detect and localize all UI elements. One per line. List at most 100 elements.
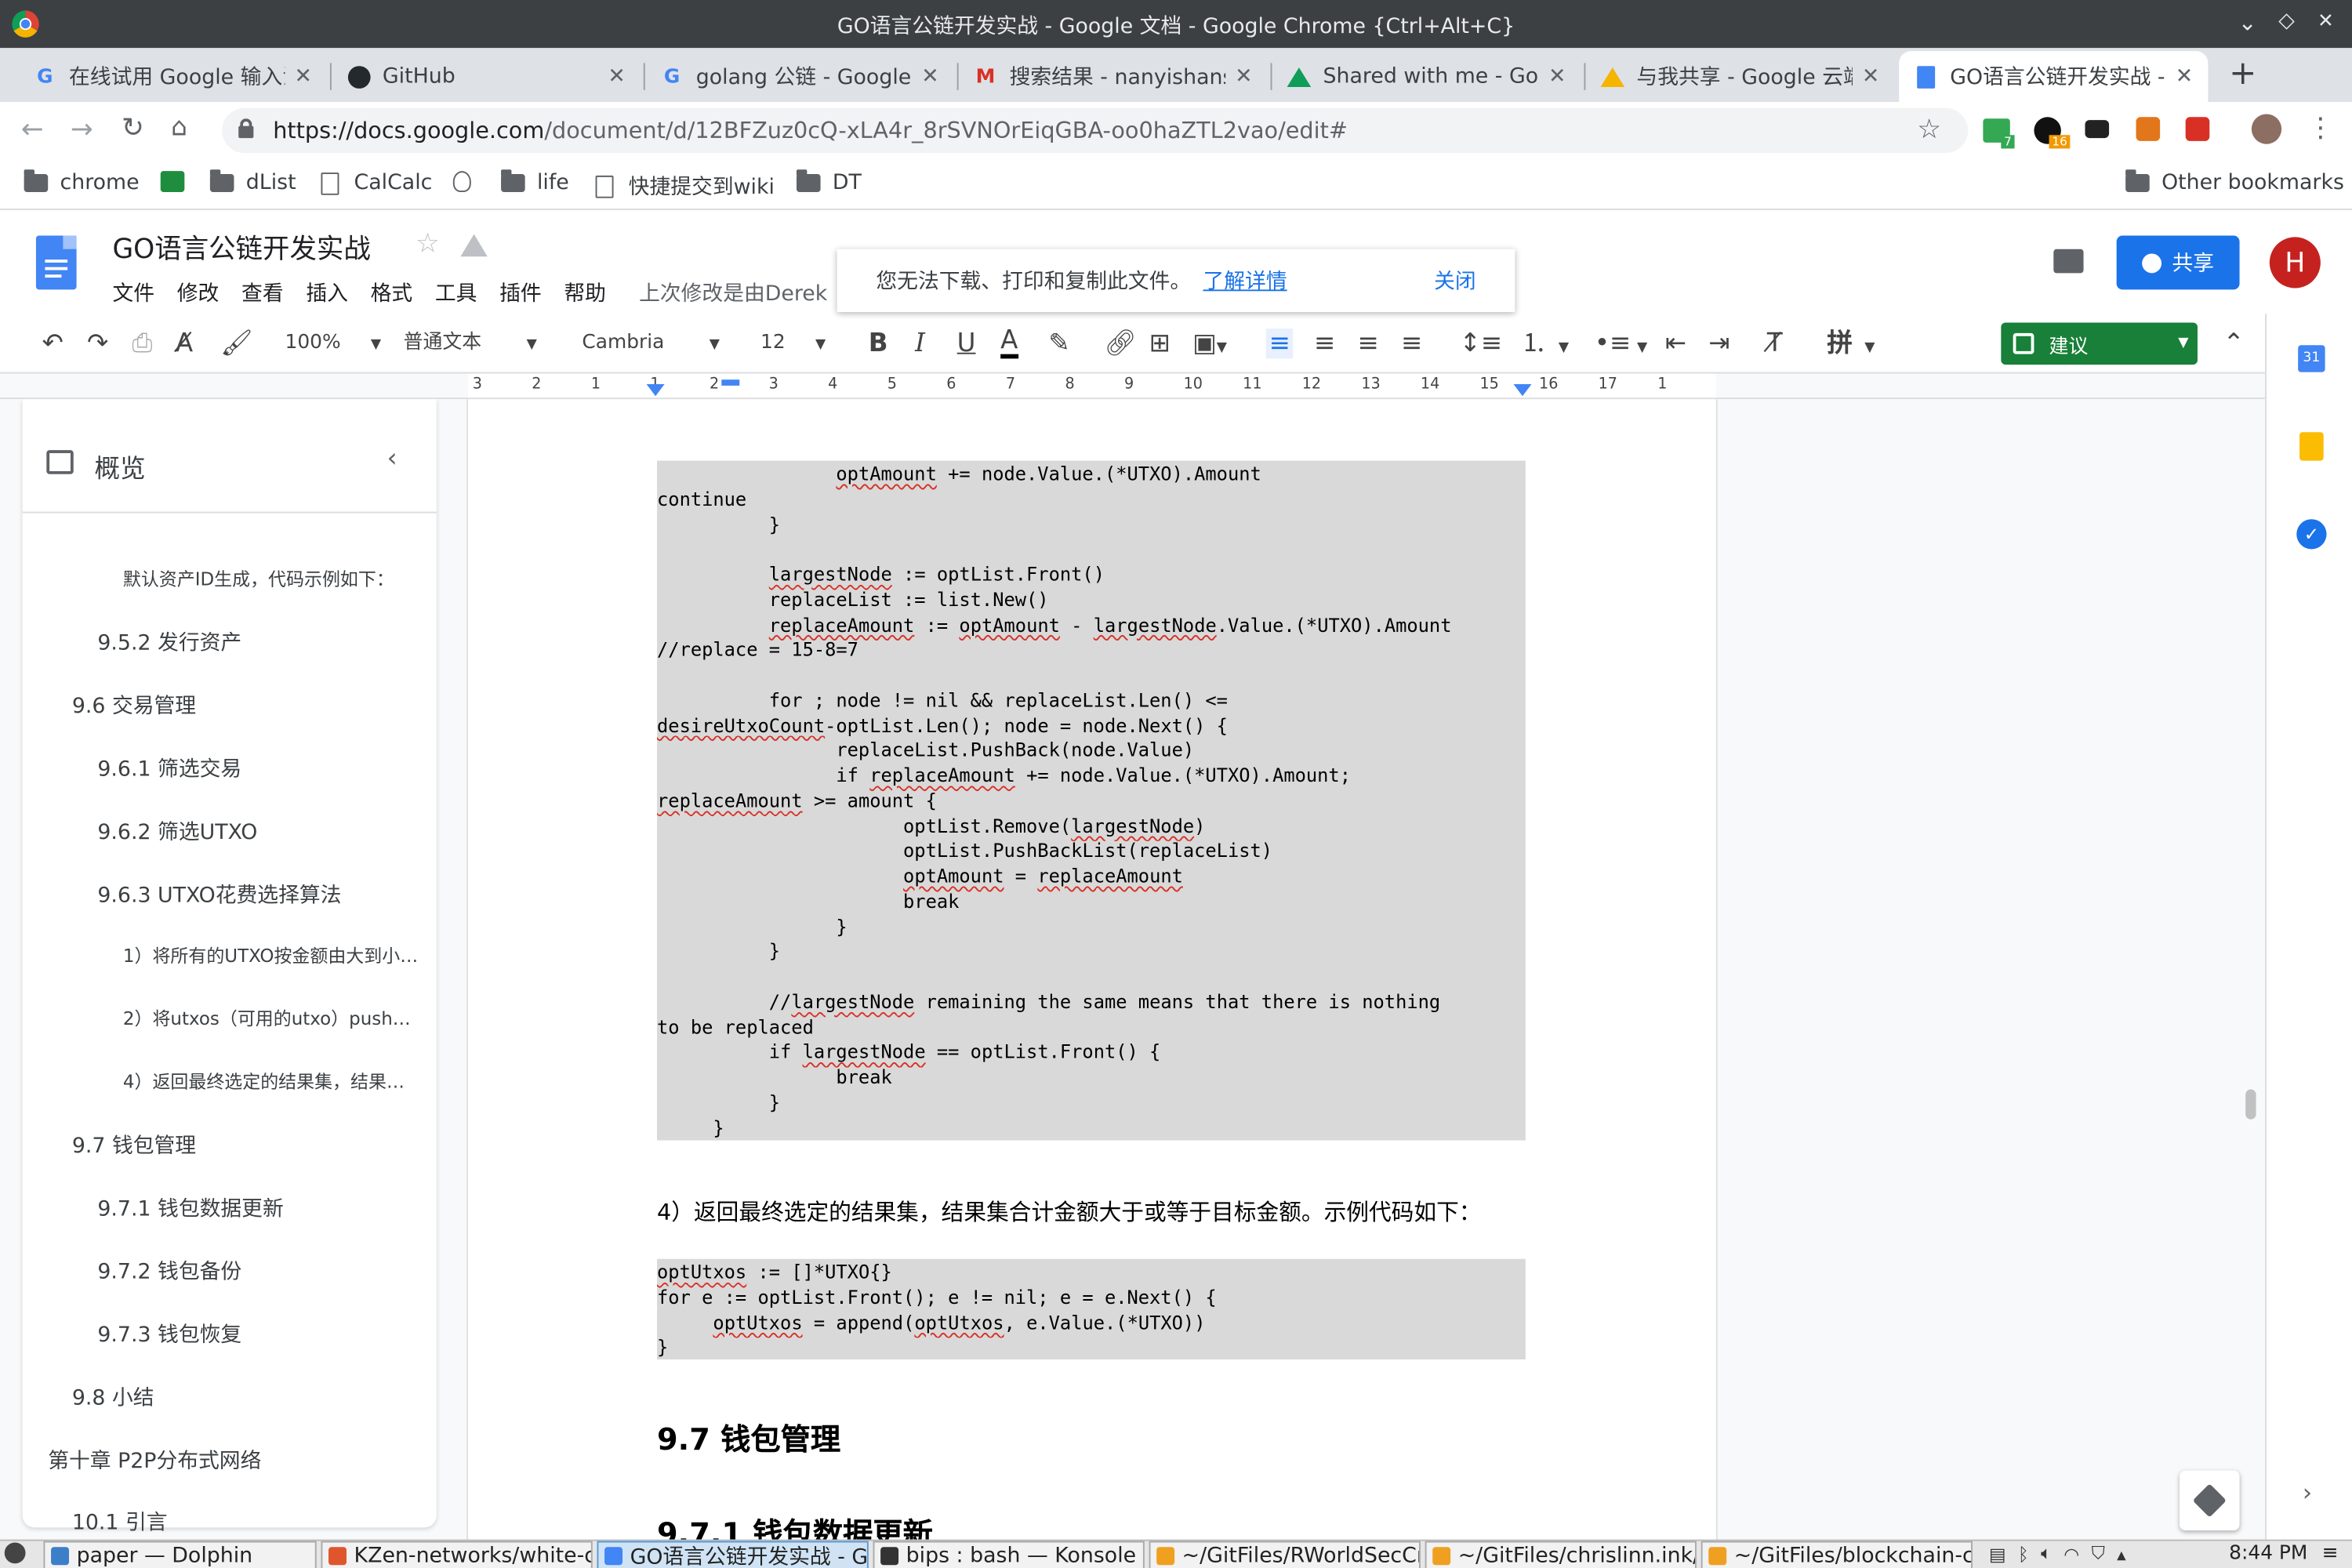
- expand-panel-icon[interactable]: ›: [2303, 1478, 2312, 1506]
- tab-active[interactable]: GO语言公链开发实战 - ✕: [1899, 51, 2209, 103]
- zoom-select[interactable]: 100% ▼: [285, 328, 382, 360]
- chrome-menu-icon[interactable]: ⋮: [2307, 113, 2334, 144]
- bookmark[interactable]: 快捷提交到wiki: [595, 171, 775, 201]
- menu-view[interactable]: 查看: [241, 278, 284, 307]
- document-title[interactable]: GO语言公链开发实战: [112, 228, 370, 267]
- justify-icon[interactable]: ≡: [1401, 328, 1422, 358]
- menu-help[interactable]: 帮助: [564, 278, 606, 307]
- undo-icon[interactable]: ↶: [42, 328, 64, 358]
- menu-edit[interactable]: 修改: [177, 278, 220, 307]
- close-outline-icon[interactable]: ‹: [387, 445, 397, 474]
- menu-tools[interactable]: 工具: [435, 278, 477, 307]
- close-tab-icon[interactable]: ✕: [295, 64, 312, 89]
- bookmark-folder[interactable]: life: [501, 169, 569, 195]
- other-bookmarks[interactable]: Other bookmarks: [2125, 169, 2344, 195]
- link-icon[interactable]: 🔗︎: [1104, 328, 1136, 358]
- close-tab-icon[interactable]: ✕: [2176, 64, 2193, 89]
- outline-item[interactable]: 9.8 小结: [72, 1382, 402, 1412]
- tab[interactable]: 与我共享 - Google 云端硬盘✕: [1585, 51, 1894, 102]
- close-tab-icon[interactable]: ✕: [608, 64, 625, 89]
- outline-item[interactable]: 9.6.3 UTXO花费选择算法: [97, 880, 412, 909]
- outline-item[interactable]: 1）将所有的UTXO按金额由大到小排序: [123, 942, 420, 968]
- close-tab-icon[interactable]: ✕: [921, 64, 938, 89]
- menu-addons[interactable]: 插件: [499, 278, 542, 307]
- show-desktop-icon[interactable]: ≡: [2322, 1542, 2339, 1565]
- account-avatar[interactable]: H: [2269, 237, 2321, 289]
- menu-format[interactable]: 格式: [371, 278, 413, 307]
- tasks-icon[interactable]: ✓: [2296, 519, 2327, 550]
- font-size-select[interactable]: 12 ▼: [760, 328, 826, 360]
- menu-insert[interactable]: 插入: [306, 278, 348, 307]
- star-icon[interactable]: ☆: [1917, 114, 1941, 145]
- outline-item[interactable]: 9.7.2 钱包备份: [97, 1256, 412, 1286]
- comments-icon[interactable]: [2053, 249, 2084, 274]
- calendar-icon[interactable]: 31: [2298, 345, 2325, 372]
- star-doc-icon[interactable]: ☆: [416, 228, 440, 260]
- close-tab-icon[interactable]: ✕: [1548, 64, 1566, 89]
- bookmark[interactable]: [452, 171, 471, 192]
- bookmark[interactable]: [160, 171, 185, 192]
- bookmark[interactable]: CalCalc: [321, 171, 432, 195]
- text-color-icon[interactable]: A: [1000, 328, 1018, 359]
- explore-button[interactable]: [2180, 1470, 2240, 1531]
- outline-item[interactable]: 默认资产ID生成，代码示例如下：: [123, 566, 423, 592]
- first-line-indent-marker[interactable]: [721, 379, 740, 386]
- restore-icon[interactable]: ◇: [2278, 9, 2295, 33]
- menu-file[interactable]: 文件: [112, 278, 154, 307]
- outline-item[interactable]: 第十章 P2P分布式网络: [48, 1445, 408, 1475]
- highlight-icon[interactable]: ✎: [1048, 328, 1069, 358]
- minimize-icon[interactable]: ⌄: [2238, 9, 2257, 35]
- bold-icon[interactable]: B: [869, 328, 888, 358]
- bulleted-list-icon[interactable]: •≡ ▼: [1595, 328, 1647, 363]
- tab[interactable]: M搜索结果 - nanyishanshui✕: [959, 51, 1268, 102]
- outline-item[interactable]: 9.7 钱包管理: [72, 1130, 402, 1160]
- underline-icon[interactable]: U: [957, 328, 976, 358]
- scrollbar-thumb[interactable]: [2245, 1089, 2256, 1120]
- keep-icon[interactable]: [2299, 432, 2324, 461]
- back-icon[interactable]: ←: [21, 114, 44, 145]
- style-select[interactable]: 普通文本 ▼: [404, 328, 537, 360]
- bookmark-folder[interactable]: chrome: [24, 169, 140, 195]
- taskbar-task[interactable]: KZen-networks/white-city: [321, 1541, 593, 1568]
- document-canvas[interactable]: 概览 ‹ 默认资产ID生成，代码示例如下： 9.5.2 发行资产 9.6 交易管…: [0, 399, 2266, 1540]
- outline-item[interactable]: 9.6.1 筛选交易: [97, 753, 412, 783]
- collapse-toolbar-icon[interactable]: ⌃: [2223, 328, 2245, 358]
- url-field[interactable]: https://docs.google.com/document/d/12BFZ…: [222, 107, 1969, 154]
- increase-indent-icon[interactable]: ⇥: [1708, 328, 1730, 358]
- outline-item[interactable]: 9.7.1 钱包数据更新: [97, 1193, 412, 1223]
- outline-item[interactable]: 9.6 交易管理: [72, 690, 402, 720]
- print-icon[interactable]: ⎙: [132, 328, 152, 358]
- paint-format-icon[interactable]: 🖌︎: [220, 328, 252, 358]
- tab[interactable]: G 在线试用 Google 输入法 ✕: [18, 51, 327, 102]
- outline-item[interactable]: 10.1 引言: [72, 1507, 402, 1537]
- outline-item[interactable]: 9.6.2 筛选UTXO: [97, 816, 412, 846]
- align-left-icon[interactable]: ≡: [1265, 328, 1294, 359]
- move-to-drive-icon[interactable]: [460, 234, 488, 257]
- outline-item[interactable]: 9.5.2 发行资产: [97, 627, 412, 657]
- outline-item[interactable]: 4）返回最终选定的结果集，结果集合计金额大于或等于目标金额: [123, 1069, 420, 1094]
- close-tab-icon[interactable]: ✕: [1862, 64, 1879, 89]
- redo-icon[interactable]: ↷: [87, 328, 108, 358]
- new-tab-icon[interactable]: +: [2229, 56, 2256, 93]
- align-center-icon[interactable]: ≡: [1314, 328, 1335, 358]
- outline-item[interactable]: 9.7.3 钱包恢复: [97, 1319, 412, 1348]
- wifi-icon[interactable]: ◠: [2063, 1543, 2079, 1564]
- numbered-list-icon[interactable]: ⒈ ▼: [1521, 328, 1569, 363]
- reload-icon[interactable]: ↻: [122, 113, 144, 144]
- profile-avatar[interactable]: [2251, 114, 2282, 144]
- bluetooth-icon[interactable]: ᛒ: [2018, 1543, 2029, 1564]
- spellcheck-icon[interactable]: A̸: [176, 328, 193, 358]
- insert-comment-icon[interactable]: ⊞: [1149, 328, 1171, 358]
- clipboard-icon[interactable]: ▤: [1989, 1543, 2006, 1564]
- shield-icon[interactable]: ⛉: [2092, 1542, 2105, 1565]
- taskbar-task[interactable]: paper — Dolphin: [43, 1541, 317, 1568]
- red-extension-icon[interactable]: [2185, 117, 2210, 141]
- fox-extension-icon[interactable]: [2136, 117, 2161, 141]
- right-indent-marker[interactable]: [1513, 383, 1532, 397]
- suggest-mode-button[interactable]: 建议 ▼: [2001, 322, 2198, 365]
- tray-expand-icon[interactable]: ▴: [2117, 1543, 2126, 1564]
- app-launcher-icon[interactable]: [4, 1542, 26, 1564]
- banner-close-button[interactable]: 关闭: [1434, 266, 1476, 296]
- forward-icon[interactable]: →: [71, 114, 93, 145]
- line-spacing-icon[interactable]: ↕≡: [1460, 328, 1503, 358]
